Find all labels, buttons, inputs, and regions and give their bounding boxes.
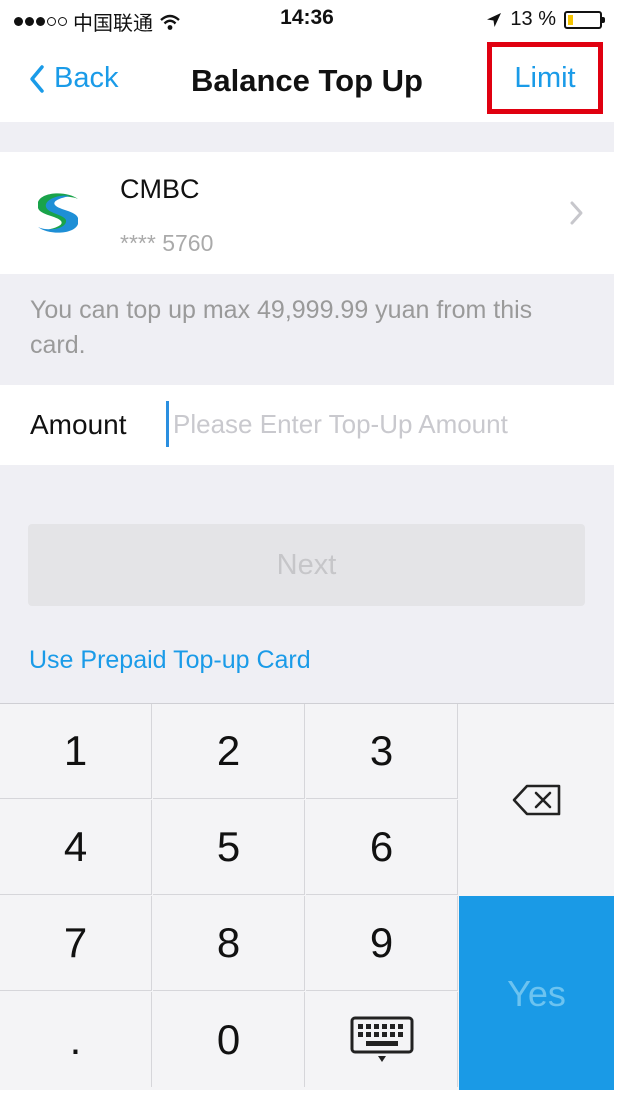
- top-up-screen: 中国联通 14:36 13 % Back Balance Top Up Limi…: [0, 0, 614, 1090]
- status-right: 13 %: [486, 8, 605, 31]
- limit-label: Limit: [514, 61, 576, 94]
- key-2[interactable]: 2: [153, 704, 305, 799]
- location-arrow-icon: [487, 12, 502, 27]
- key-9[interactable]: 9: [306, 896, 458, 991]
- battery-percent: 13 %: [510, 8, 556, 30]
- limit-button[interactable]: Limit: [487, 42, 603, 114]
- hide-keyboard-key[interactable]: [306, 992, 458, 1087]
- key-1[interactable]: 1: [0, 704, 152, 799]
- keyboard-hide-icon: [350, 1016, 413, 1062]
- yes-confirm-key[interactable]: Yes: [459, 896, 614, 1090]
- backspace-icon: [512, 784, 560, 816]
- amount-label: Amount: [30, 409, 127, 440]
- status-bar: 中国联通 14:36 13 %: [0, 0, 614, 40]
- amount-row: Amount: [0, 385, 614, 465]
- card-number: **** 5760: [120, 230, 214, 256]
- amount-input[interactable]: [166, 401, 593, 447]
- key-0[interactable]: 0: [153, 992, 305, 1087]
- key-decimal[interactable]: .: [0, 992, 152, 1087]
- key-3[interactable]: 3: [306, 704, 458, 799]
- key-8[interactable]: 8: [153, 896, 305, 991]
- key-6[interactable]: 6: [306, 800, 458, 895]
- battery-icon: [564, 10, 605, 29]
- next-button[interactable]: Next: [28, 524, 585, 606]
- key-5[interactable]: 5: [153, 800, 305, 895]
- cmbc-bank-logo-icon: [38, 193, 78, 233]
- top-up-limit-hint: You can top up max 49,999.99 yuan from t…: [30, 296, 533, 359]
- key-4[interactable]: 4: [0, 800, 152, 895]
- numeric-keypad: 1 2 3 4 5 6 7 8 9 . 0 Yes: [0, 703, 614, 1090]
- key-7[interactable]: 7: [0, 896, 152, 991]
- nav-bar: Back Balance Top Up Limit: [0, 40, 614, 122]
- bank-card-row[interactable]: CMBC **** 5760: [0, 152, 614, 274]
- delete-key[interactable]: [459, 704, 614, 896]
- use-prepaid-card-link[interactable]: Use Prepaid Top-up Card: [29, 646, 311, 675]
- chevron-right-icon: [570, 201, 583, 225]
- bank-name: CMBC: [120, 174, 200, 204]
